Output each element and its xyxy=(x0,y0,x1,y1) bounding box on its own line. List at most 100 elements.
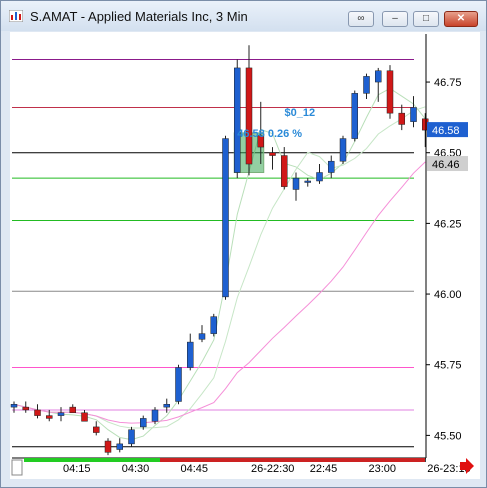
candle[interactable] xyxy=(304,178,311,187)
last-price-tag: 46.58 xyxy=(427,122,468,138)
candle[interactable] xyxy=(339,135,347,165)
candle-body xyxy=(363,76,370,94)
price-tags: 46.58 46.46 xyxy=(427,122,468,172)
y-tick-label: 46.25 xyxy=(434,218,462,230)
candle[interactable] xyxy=(10,401,18,413)
candle-body xyxy=(398,112,405,125)
candle-body xyxy=(116,443,123,450)
session-bar-red xyxy=(160,458,425,462)
title-bar[interactable]: S.AMAT - Applied Materials Inc, 3 Min ∞ … xyxy=(1,1,486,31)
candle-body xyxy=(198,333,206,340)
candle[interactable] xyxy=(116,438,123,453)
close-button[interactable]: ✕ xyxy=(444,11,478,27)
candle[interactable] xyxy=(222,135,229,300)
candle-body xyxy=(316,172,323,182)
candle[interactable] xyxy=(375,67,382,102)
moving-average-8 xyxy=(13,106,426,429)
candle-body xyxy=(22,406,29,411)
chart-area[interactable]: $0_12 46.58 0.26 % 46.75 46.50 46.25 46.00 4… xyxy=(10,32,480,479)
candle[interactable] xyxy=(57,407,65,422)
candle-body xyxy=(269,152,276,156)
candles xyxy=(10,45,429,456)
candle[interactable] xyxy=(410,96,417,128)
candle-body xyxy=(10,404,18,408)
link-button[interactable]: ∞ xyxy=(348,11,374,27)
candle-body xyxy=(93,426,100,433)
candle-body xyxy=(81,412,88,422)
restore-icon: □ xyxy=(422,13,430,24)
candle[interactable] xyxy=(351,90,358,142)
moving-averages xyxy=(13,87,426,441)
minimize-button[interactable]: ‒ xyxy=(382,11,408,27)
candle-body xyxy=(210,316,217,334)
candle-body xyxy=(104,440,112,453)
y-tick-label: 45.75 xyxy=(434,360,462,372)
chart-window: S.AMAT - Applied Materials Inc, 3 Min ∞ … xyxy=(0,0,487,488)
candle[interactable] xyxy=(128,426,135,447)
candle[interactable] xyxy=(316,164,323,184)
candle[interactable] xyxy=(81,409,88,422)
candle-body xyxy=(339,138,347,162)
candle-body xyxy=(163,404,170,408)
candle-body xyxy=(222,138,229,298)
y-tick-label: 45.50 xyxy=(434,430,462,442)
crosshair-price-tag: 46.46 xyxy=(427,156,468,172)
measure-change-label: $0_12 xyxy=(285,107,316,119)
candle-body xyxy=(151,409,159,422)
candle-body xyxy=(281,155,288,187)
candle-body xyxy=(140,418,147,428)
status-bar xyxy=(10,458,480,479)
candle[interactable] xyxy=(363,73,370,100)
candle[interactable] xyxy=(281,147,288,190)
candle-body xyxy=(351,93,358,139)
candle[interactable] xyxy=(34,404,41,419)
candle-body xyxy=(245,67,253,165)
candle[interactable] xyxy=(386,65,394,119)
candle[interactable] xyxy=(93,421,100,436)
last-price-tag-text: 46.58 xyxy=(432,125,460,137)
moving-average-21 xyxy=(13,161,426,424)
candle[interactable] xyxy=(234,59,241,179)
candle[interactable] xyxy=(22,401,29,413)
candle[interactable] xyxy=(210,313,217,337)
candle-body xyxy=(386,70,394,114)
candle-body xyxy=(292,177,300,190)
close-icon: ✕ xyxy=(456,13,466,24)
candle-body xyxy=(328,160,335,173)
candle-body xyxy=(57,412,65,416)
candle[interactable] xyxy=(269,147,276,170)
candle[interactable] xyxy=(245,45,253,176)
price-chart[interactable]: $0_12 46.58 0.26 % 46.7546.5046.2546.004… xyxy=(10,32,480,479)
restore-button[interactable]: □ xyxy=(413,11,439,27)
candle-body xyxy=(304,180,311,183)
y-tick-label: 46.00 xyxy=(434,289,462,301)
candle-body xyxy=(128,429,135,445)
candle[interactable] xyxy=(187,333,194,371)
chart-app-icon xyxy=(9,10,23,22)
candle[interactable] xyxy=(292,172,300,201)
measure-detail-label: 46.58 0.26 % xyxy=(237,128,302,140)
candle[interactable] xyxy=(175,364,182,405)
y-tick-label: 46.75 xyxy=(434,77,462,89)
candle[interactable] xyxy=(198,325,206,343)
moving-average-4 xyxy=(13,87,426,441)
red-right-arrow-icon[interactable] xyxy=(460,458,474,474)
candle-body xyxy=(175,367,182,402)
candle-body xyxy=(234,67,241,173)
candle-body xyxy=(34,409,41,416)
candle[interactable] xyxy=(398,104,405,131)
window-title: S.AMAT - Applied Materials Inc, 3 Min xyxy=(30,9,248,24)
candle[interactable] xyxy=(104,438,112,456)
candle-body xyxy=(187,341,194,368)
candle-body xyxy=(69,406,76,414)
crosshair-price-tag-text: 46.46 xyxy=(432,159,460,171)
candle-body xyxy=(375,70,382,83)
session-bar-green xyxy=(24,458,160,462)
status-box[interactable] xyxy=(11,459,23,476)
candle-body xyxy=(410,107,417,122)
link-icon: ∞ xyxy=(357,13,365,24)
candle[interactable] xyxy=(163,398,170,413)
candle[interactable] xyxy=(69,404,76,414)
candle-body xyxy=(46,415,53,419)
minimize-icon: ‒ xyxy=(392,13,398,24)
